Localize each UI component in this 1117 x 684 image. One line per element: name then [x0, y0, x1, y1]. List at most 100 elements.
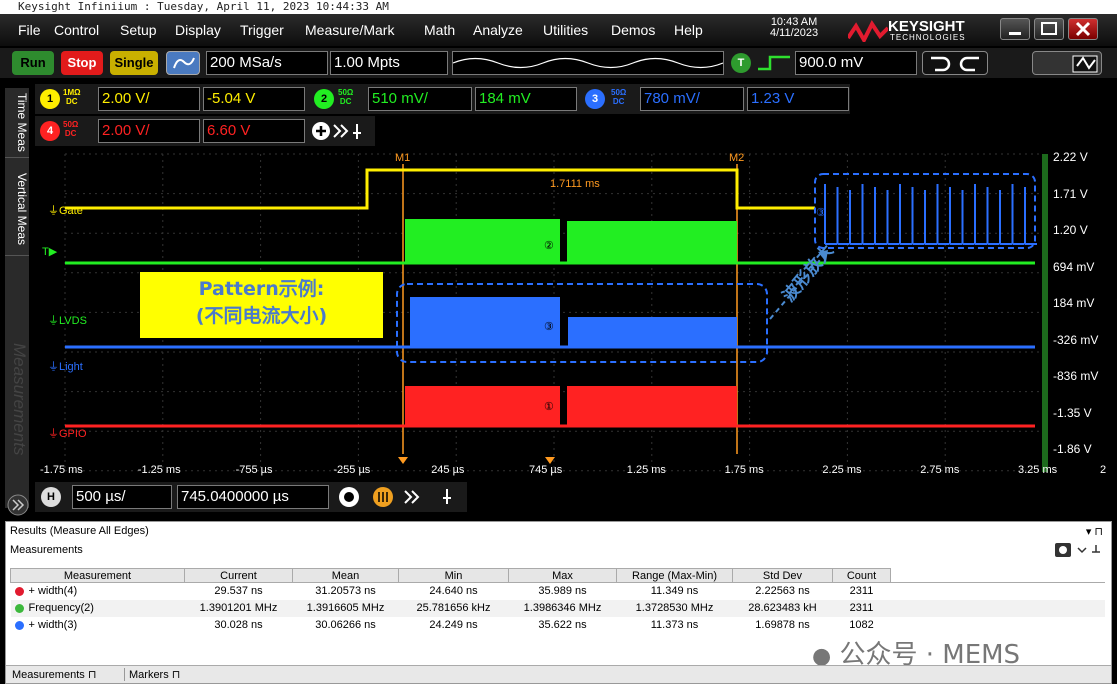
horizontal-position[interactable]: 745.0400000 µs	[177, 485, 329, 509]
gpio-burst-b	[567, 386, 737, 426]
blank-cell	[891, 583, 1105, 600]
zoom-channel-marker: ③	[816, 207, 826, 219]
y-tick-label: -326 mV	[1053, 332, 1099, 347]
measurement-name: + width(3)	[11, 617, 185, 634]
measurement-value: 2311	[849, 602, 874, 614]
x-axis-end: 2	[1100, 464, 1107, 476]
y-tick-label: 184 mV	[1053, 296, 1095, 310]
marker-delta-label: 1.7111 ms	[550, 178, 600, 190]
x-tick-label: -1.25 ms	[137, 464, 181, 476]
measurement-value: 35.989 ns	[538, 585, 587, 598]
x-tick-label: -755 µs	[235, 464, 273, 476]
x-tick-label: 245 µs	[431, 464, 465, 476]
measurements-table: Measurement Current Mean Min Max Range (…	[10, 568, 1105, 634]
light-burst-b	[568, 317, 737, 347]
horizontal-button[interactable]: H	[41, 487, 61, 507]
channel-2-marker: ②	[544, 240, 554, 252]
pattern-annotation-line1: Pattern示例:	[198, 278, 325, 300]
measurement-value: 1.69878 ns	[755, 619, 810, 631]
channel-3-marker: ③	[544, 321, 554, 333]
blank-cell	[891, 600, 1105, 617]
light-label: ⏚Light	[48, 361, 83, 373]
trigger-marker-label: T▶	[42, 246, 58, 258]
y-tick-label: 2.22 V	[1053, 150, 1088, 164]
measurement-value: 24.249 ns	[429, 619, 478, 631]
settings-gear-icon[interactable]	[1054, 542, 1106, 558]
col-mean[interactable]: Mean	[292, 568, 399, 583]
zoom-pulse	[1011, 184, 1025, 245]
channel-dot-icon	[14, 620, 24, 630]
channel-1-marker: ①	[544, 401, 554, 413]
marker-m1-label[interactable]: M1	[395, 152, 410, 164]
col-measurement[interactable]: Measurement	[10, 568, 185, 583]
blank-cell	[891, 617, 1105, 634]
measurement-value: 1.3916605 MHz	[306, 602, 385, 614]
zoom-pulse	[899, 184, 912, 245]
y-tick-label: 1.71 V	[1053, 186, 1088, 201]
col-range[interactable]: Range (Max-Min)	[616, 568, 733, 583]
col-count[interactable]: Count	[832, 568, 891, 583]
results-pin-icon[interactable]: ▾ ⊓	[1086, 525, 1103, 538]
col-current[interactable]: Current	[184, 568, 293, 583]
zoom-pulse	[886, 190, 900, 245]
table-row[interactable]: + width(3) 30.028 ns 30.06266 ns 24.249 ns 3…	[10, 616, 1105, 634]
zoom-pulse	[961, 190, 975, 245]
zoom-pulse	[936, 184, 950, 245]
zoom-pulse	[849, 190, 862, 245]
x-tick-label: -255 µs	[333, 464, 371, 476]
measurement-value: 30.028 ns	[214, 619, 263, 631]
marker-m2-label[interactable]: M2	[729, 152, 744, 164]
tab-markers[interactable]: Markers ⊓	[124, 668, 180, 681]
zoom-pulse	[999, 190, 1012, 245]
x-tick-label: 1.75 ms	[724, 464, 764, 476]
zoom-pulse	[974, 184, 987, 245]
col-std-dev[interactable]: Std Dev	[732, 568, 833, 583]
x-tick-label: 745 µs	[529, 464, 563, 476]
results-panel: Results (Measure All Edges) Measurements…	[5, 521, 1112, 684]
zoom-pulse	[986, 187, 1000, 245]
col-max[interactable]: Max	[508, 568, 617, 583]
channel-dot-icon	[14, 586, 24, 596]
measurement-value: 29.537 ns	[214, 585, 263, 598]
measurement-value: 31.20573 ns	[315, 585, 376, 598]
tab-measurements[interactable]: Measurements ⊓	[12, 668, 96, 681]
measurement-value: 1.3901201 MHz	[199, 602, 278, 614]
zoom-pulse	[874, 187, 887, 245]
table-row[interactable]: + width(4) 29.537 ns 31.20573 ns 24.640 ns 3…	[10, 582, 1105, 600]
y-tick-label: 1.20 V	[1053, 223, 1088, 237]
measurement-value: 2311	[849, 585, 874, 598]
measurement-value: 1.3728530 MHz	[635, 602, 714, 614]
table-row[interactable]: Frequency(2) 1.3901201 MHz 1.3916605 MHz 25…	[10, 599, 1105, 617]
x-tick-label: 1.25 ms	[626, 464, 666, 476]
measurement-value: 11.349 ns	[650, 585, 699, 598]
zoom-pulse	[924, 190, 937, 245]
col-min[interactable]: Min	[398, 568, 509, 583]
measurement-value: 24.640 ns	[429, 585, 478, 598]
table-header-row: Measurement Current Mean Min Max Range (…	[10, 568, 1105, 583]
marker-arrows	[398, 457, 555, 464]
pattern-annotation: Pattern示例: (不同电流大小)	[140, 276, 383, 330]
y-tick-label: -1.35 V	[1053, 405, 1092, 420]
gate-label: ⏚Gate	[48, 205, 83, 217]
measurement-value: 28.623483 kH	[748, 602, 817, 614]
pattern-annotation-line2: (不同电流大小)	[195, 305, 328, 327]
measurement-value: 2.22563 ns	[755, 585, 810, 598]
x-tick-label: 2.25 ms	[822, 464, 862, 476]
measurement-value: 11.373 ns	[650, 619, 699, 631]
col-blank	[890, 568, 1105, 583]
x-tick-label: -1.75 ms	[40, 464, 83, 476]
lvds-burst-b	[567, 221, 737, 264]
y-tick-label: -1.86 V	[1053, 442, 1092, 456]
expand-panel-icon[interactable]	[6, 494, 30, 516]
horizontal-scale[interactable]: 500 µs/	[72, 485, 172, 509]
x-tick-label: 3.25 ms	[1018, 464, 1058, 476]
gpio-burst-a	[405, 386, 560, 426]
measurement-value: 25.781656 kHz	[416, 602, 491, 614]
horizontal-controls-icon[interactable]	[335, 486, 465, 508]
measurement-value: 30.06266 ns	[315, 619, 376, 631]
results-subtitle: Measurements	[10, 544, 83, 556]
zoom-pulse	[949, 187, 962, 245]
lvds-label: ⏚LVDS	[48, 315, 87, 327]
scope-window: File Control Setup Display Trigger Measu…	[0, 14, 1117, 684]
channel-dot-icon	[14, 603, 24, 613]
